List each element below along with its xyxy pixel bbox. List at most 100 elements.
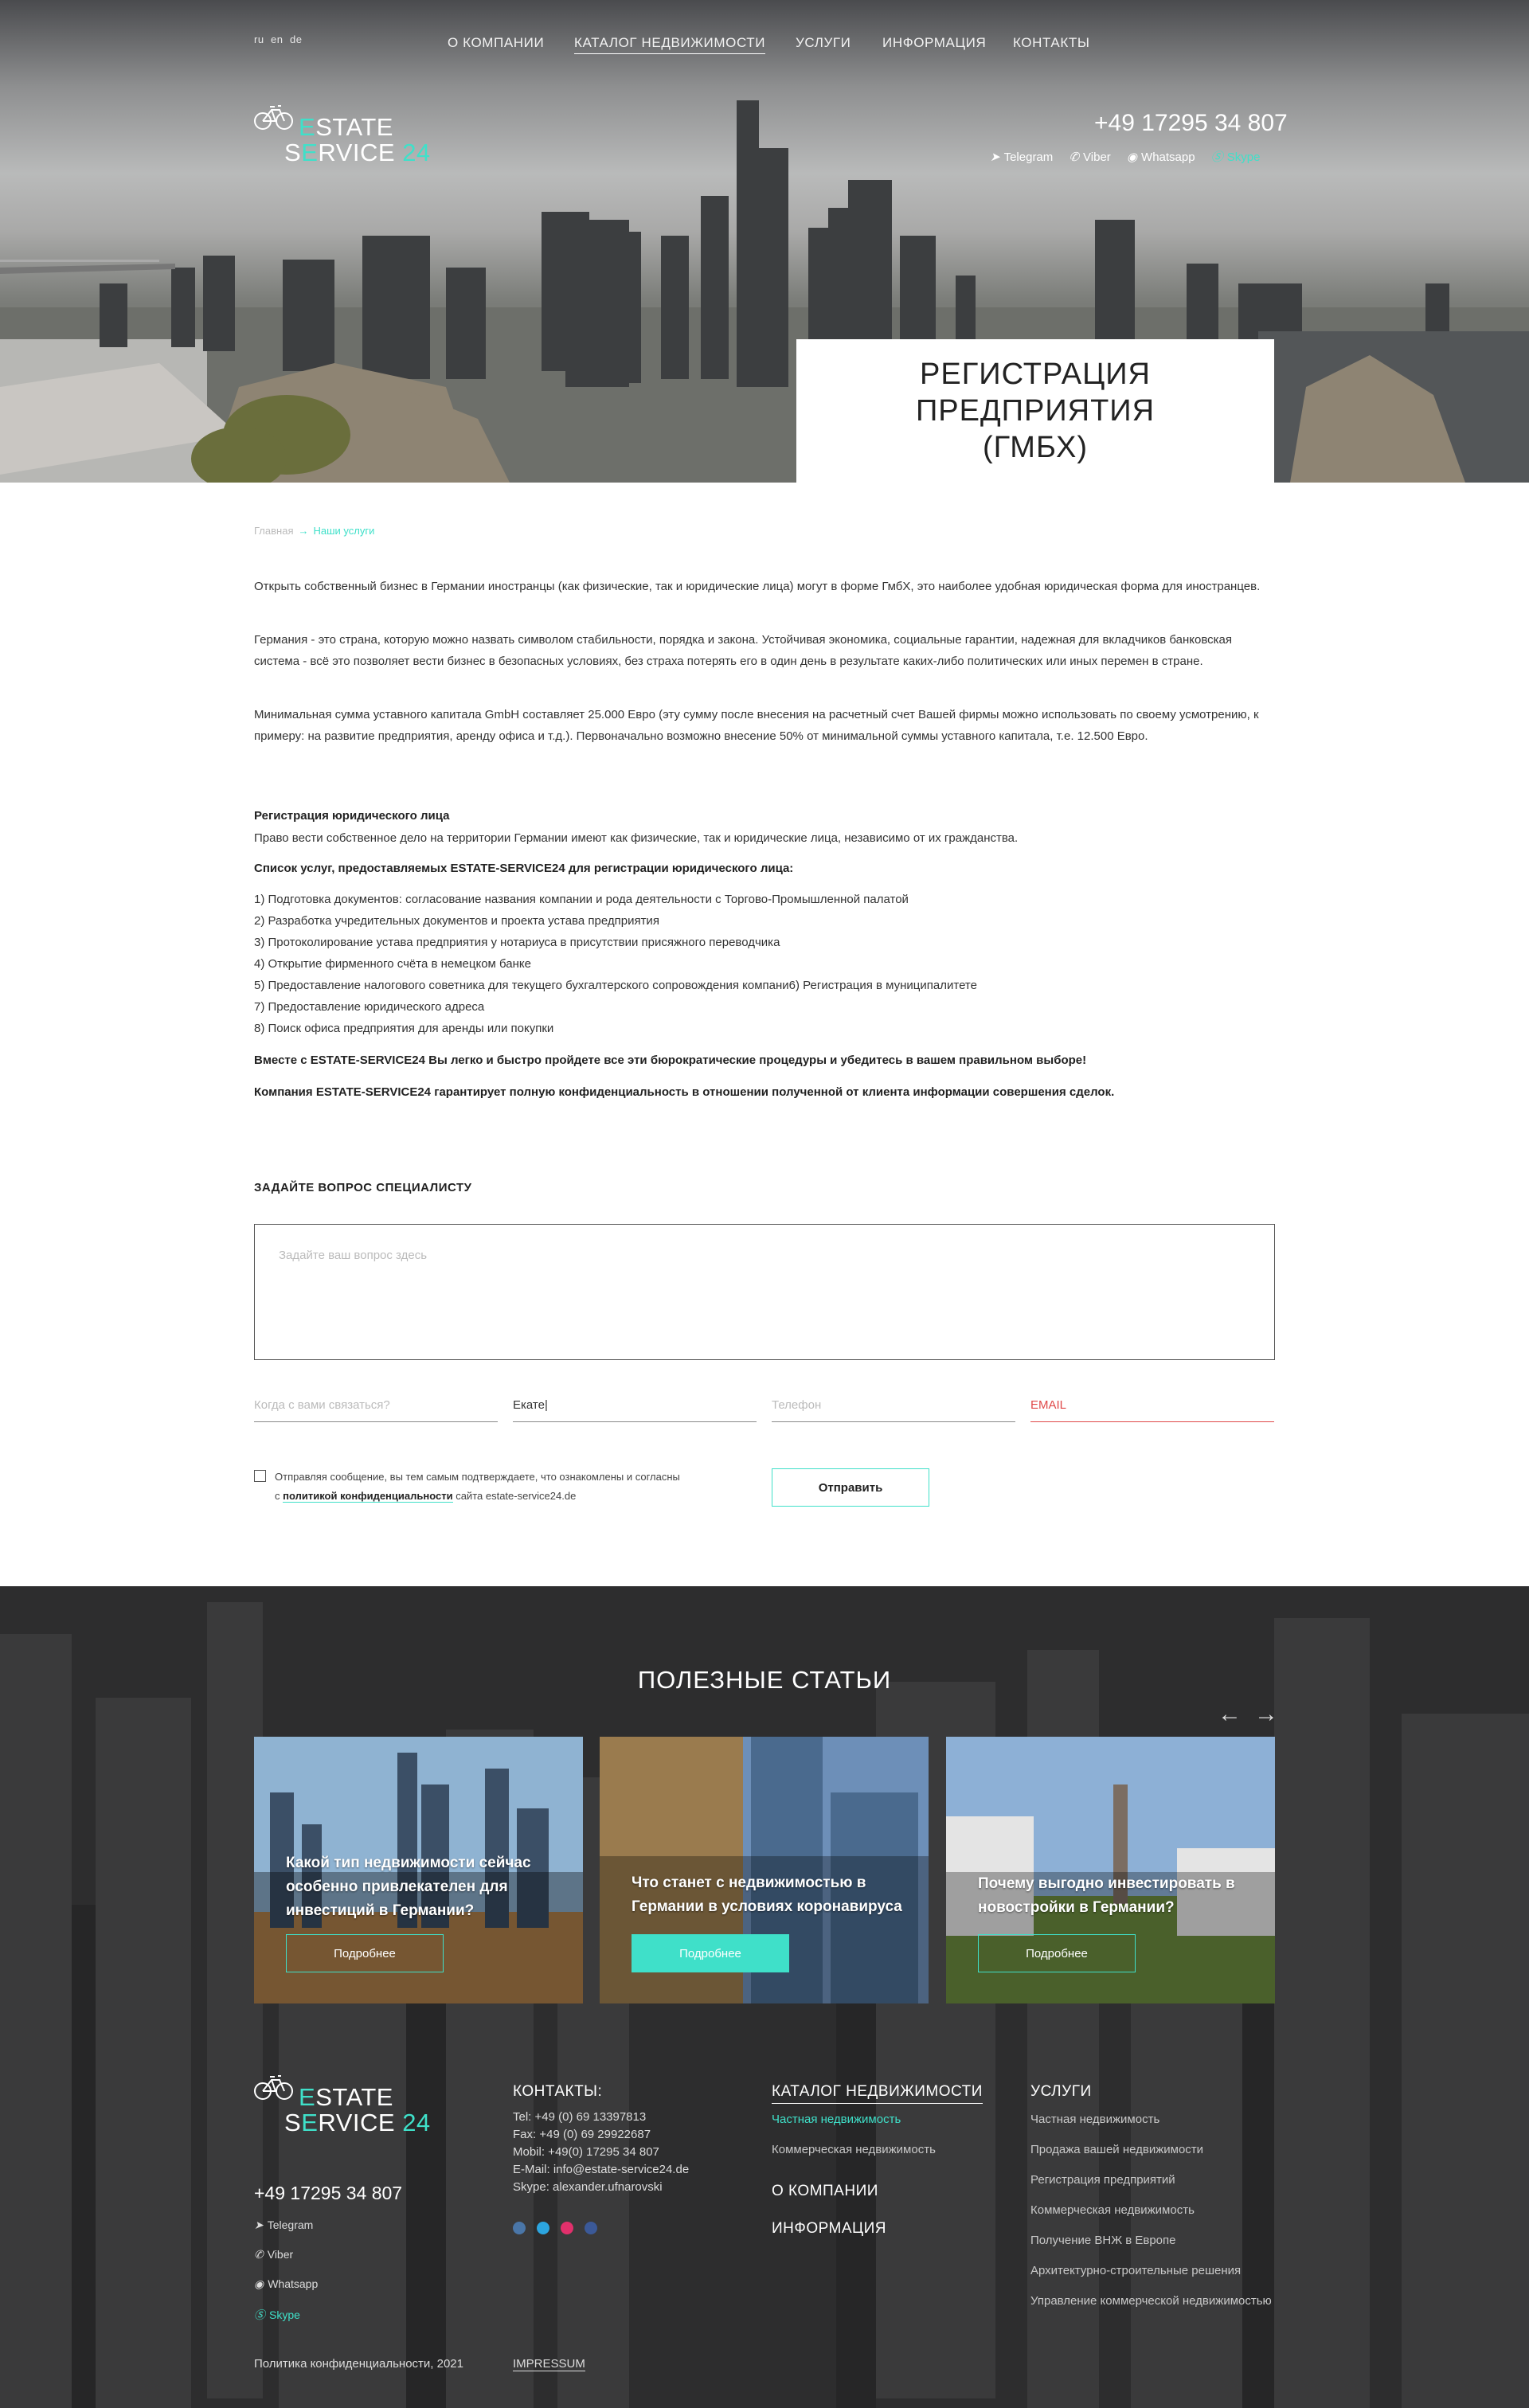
- header-messengers: ➤ Telegram ✆ Viber ◉ Whatsapp Ⓢ Skype: [977, 148, 1260, 165]
- slider-prev-arrow-icon[interactable]: ←: [1218, 1701, 1242, 1728]
- viber-icon: ✆: [254, 2248, 264, 2261]
- logo-rvice: RVICE: [318, 139, 396, 166]
- footer-catalog-commercial[interactable]: Коммерческая недвижимость: [772, 2143, 936, 2156]
- consent-prefix: с: [275, 1490, 284, 1502]
- bold-statement-1: Вместе с ESTATE-SERVICE24 Вы легко и быс…: [254, 1054, 1087, 1067]
- bicycle-icon: [254, 105, 293, 130]
- logo-letter-e2: E: [301, 2109, 319, 2136]
- logo-state: STATE: [315, 113, 393, 141]
- intro-paragraph-2: Германия - это страна, которую можно наз…: [254, 633, 1232, 668]
- phone-input[interactable]: Телефон: [772, 1394, 1015, 1422]
- footer-service-link[interactable]: Получение ВНЖ в Европе: [1030, 2234, 1176, 2247]
- footer-service-link[interactable]: Регистрация предприятий: [1030, 2173, 1175, 2187]
- privacy-policy-link[interactable]: политикой конфиденциальности: [283, 1490, 453, 1503]
- consent-checkbox[interactable]: [254, 1470, 266, 1482]
- footer-telegram-link[interactable]: ➤ Telegram: [254, 2218, 313, 2232]
- contact-time-input[interactable]: Когда с вами связаться?: [254, 1394, 498, 1422]
- footer-logo[interactable]: ESTATE SERVICE 24: [254, 2074, 430, 2137]
- article-more-button[interactable]: Подробнее: [632, 1934, 789, 1972]
- footer-policy[interactable]: Политика конфиденциальности, 2021: [254, 2357, 463, 2371]
- page-title: РЕГИСТРАЦИЯ ПРЕДПРИЯТИЯ (ГМБХ): [915, 358, 1156, 464]
- consent-line-1: Отправляя сообщение, вы тем самым подтве…: [275, 1471, 680, 1483]
- services-list-heading: Список услуг, предоставляемых ESTATE-SER…: [254, 862, 794, 875]
- footer-services-heading[interactable]: УСЛУГИ: [1030, 2083, 1092, 2101]
- name-input[interactable]: Екате|: [513, 1394, 757, 1422]
- list-item: 8) Поиск офиса предприятия для аренды ил…: [254, 1022, 554, 1035]
- articles-heading: ПОЛЕЗНЫЕ СТАТЬИ: [637, 1666, 892, 1694]
- nav-catalog[interactable]: КАТАЛОГ НЕДВИЖИМОСТИ: [574, 35, 766, 54]
- instagram-icon[interactable]: [561, 2222, 573, 2234]
- list-item: 3) Протоколирование устава предприятия у…: [254, 936, 780, 949]
- language-en[interactable]: en: [271, 33, 283, 45]
- list-item: 7) Предоставление юридического адреса: [254, 1000, 485, 1014]
- article-title: Какой тип недвижимости сейчас особенно п…: [286, 1855, 531, 1919]
- article-more-button[interactable]: Подробнее: [286, 1934, 444, 1972]
- logo-letter-e2: E: [301, 139, 319, 166]
- footer-about[interactable]: О КОМПАНИИ: [772, 2183, 878, 2200]
- question-form-heading: ЗАДАЙТЕ ВОПРОС СПЕЦИАЛИСТУ: [254, 1181, 472, 1194]
- vk-icon[interactable]: [513, 2222, 526, 2234]
- header-phone[interactable]: +49 17295 34 807: [1094, 110, 1288, 137]
- telegram-icon: ➤: [254, 2218, 264, 2231]
- reg-text: Право вести собственное дело на территор…: [254, 831, 1019, 845]
- question-textarea[interactable]: Задайте ваш вопрос здесь: [254, 1224, 1275, 1360]
- bicycle-icon: [254, 2075, 293, 2100]
- footer-phone[interactable]: +49 17295 34 807: [254, 2183, 402, 2204]
- footer-impressum-link[interactable]: IMPRESSUM: [513, 2357, 585, 2371]
- reg-heading: Регистрация юридического лица: [254, 809, 450, 823]
- article-title: Почему выгодно инвестировать в новострой…: [978, 1875, 1235, 1916]
- logo-letter-s: S: [284, 139, 302, 166]
- skype-link[interactable]: Ⓢ Skype: [1211, 150, 1261, 164]
- logo-rvice: RVICE: [318, 2109, 396, 2136]
- consent-suffix: сайта estate-service24.de: [452, 1490, 577, 1502]
- footer-whatsapp-link[interactable]: ◉ Whatsapp: [254, 2277, 318, 2291]
- footer-service-link[interactable]: Архитектурно-строительные решения: [1030, 2264, 1241, 2277]
- footer-information[interactable]: ИНФОРМАЦИЯ: [772, 2220, 886, 2238]
- facebook-icon[interactable]: [585, 2222, 597, 2234]
- nav-services[interactable]: УСЛУГИ: [796, 35, 851, 51]
- logo-state: STATE: [315, 2083, 393, 2111]
- skype-icon: Ⓢ: [1210, 150, 1223, 164]
- logo-letter-s: S: [284, 2109, 302, 2136]
- breadcrumb-current[interactable]: Наши услуги: [313, 525, 374, 537]
- consent-text: Отправляя сообщение, вы тем самым подтве…: [275, 1468, 680, 1506]
- breadcrumb-home[interactable]: Главная: [254, 525, 293, 537]
- whatsapp-icon: ◉: [1126, 150, 1138, 164]
- telegram-social-icon[interactable]: [537, 2222, 549, 2234]
- article-card[interactable]: Какой тип недвижимости сейчас особенно п…: [254, 1737, 583, 2003]
- bold-statement-2: Компания ESTATE-SERVICE24 гарантирует по…: [254, 1085, 1115, 1099]
- submit-button[interactable]: Отправить: [772, 1468, 929, 1507]
- footer-service-link[interactable]: Продажа вашей недвижимости: [1030, 2143, 1203, 2156]
- hero-banner: ru en de О КОМПАНИИ КАТАЛОГ НЕДВИЖИМОСТИ…: [0, 0, 1529, 483]
- nav-about[interactable]: О КОМПАНИИ: [448, 35, 544, 51]
- slider-next-arrow-icon[interactable]: →: [1254, 1701, 1278, 1728]
- language-ru[interactable]: ru: [254, 33, 264, 45]
- footer-catalog-heading[interactable]: КАТАЛОГ НЕДВИЖИМОСТИ: [772, 2083, 983, 2104]
- site-logo[interactable]: ESTATE SERVICE 24: [254, 104, 430, 167]
- viber-link[interactable]: ✆ Viber: [1069, 150, 1110, 164]
- email-input[interactable]: EMAIL: [1030, 1394, 1274, 1422]
- article-title: Что станет с недвижимостью в Германии в …: [632, 1874, 902, 1915]
- footer-catalog-private[interactable]: Частная недвижимость: [772, 2113, 901, 2126]
- footer-service-link[interactable]: Коммерческая недвижимость: [1030, 2203, 1195, 2217]
- breadcrumb-arrow-icon: →: [298, 525, 309, 537]
- telegram-icon: ➤: [990, 150, 1000, 164]
- logo-letter-e: E: [299, 2083, 316, 2111]
- footer-viber-link[interactable]: ✆ Viber: [254, 2248, 293, 2261]
- nav-information[interactable]: ИНФОРМАЦИЯ: [882, 35, 986, 51]
- article-card[interactable]: Что станет с недвижимостью в Германии в …: [600, 1737, 929, 2003]
- page-title-box: РЕГИСТРАЦИЯ ПРЕДПРИЯТИЯ (ГМБХ): [796, 339, 1274, 483]
- article-card[interactable]: Почему выгодно инвестировать в новострой…: [946, 1737, 1275, 2003]
- nav-contacts[interactable]: КОНТАКТЫ: [1013, 35, 1090, 51]
- article-more-button[interactable]: Подробнее: [978, 1934, 1136, 1972]
- whatsapp-link[interactable]: ◉ Whatsapp: [1127, 150, 1195, 164]
- skype-icon: Ⓢ: [254, 2308, 265, 2321]
- footer-service-link[interactable]: Частная недвижимость: [1030, 2113, 1159, 2126]
- telegram-link[interactable]: ➤ Telegram: [990, 150, 1053, 164]
- footer-service-link[interactable]: Управление коммерческой недвижимостью: [1030, 2294, 1272, 2308]
- footer-contacts-heading: КОНТАКТЫ:: [513, 2083, 603, 2100]
- intro-paragraph-1: Открыть собственный бизнес в Германии ин…: [254, 580, 1261, 593]
- language-de[interactable]: de: [290, 33, 302, 45]
- footer-skype-link[interactable]: Ⓢ Skype: [254, 2307, 300, 2323]
- list-item: 5) Предоставление налогового советника д…: [254, 979, 977, 992]
